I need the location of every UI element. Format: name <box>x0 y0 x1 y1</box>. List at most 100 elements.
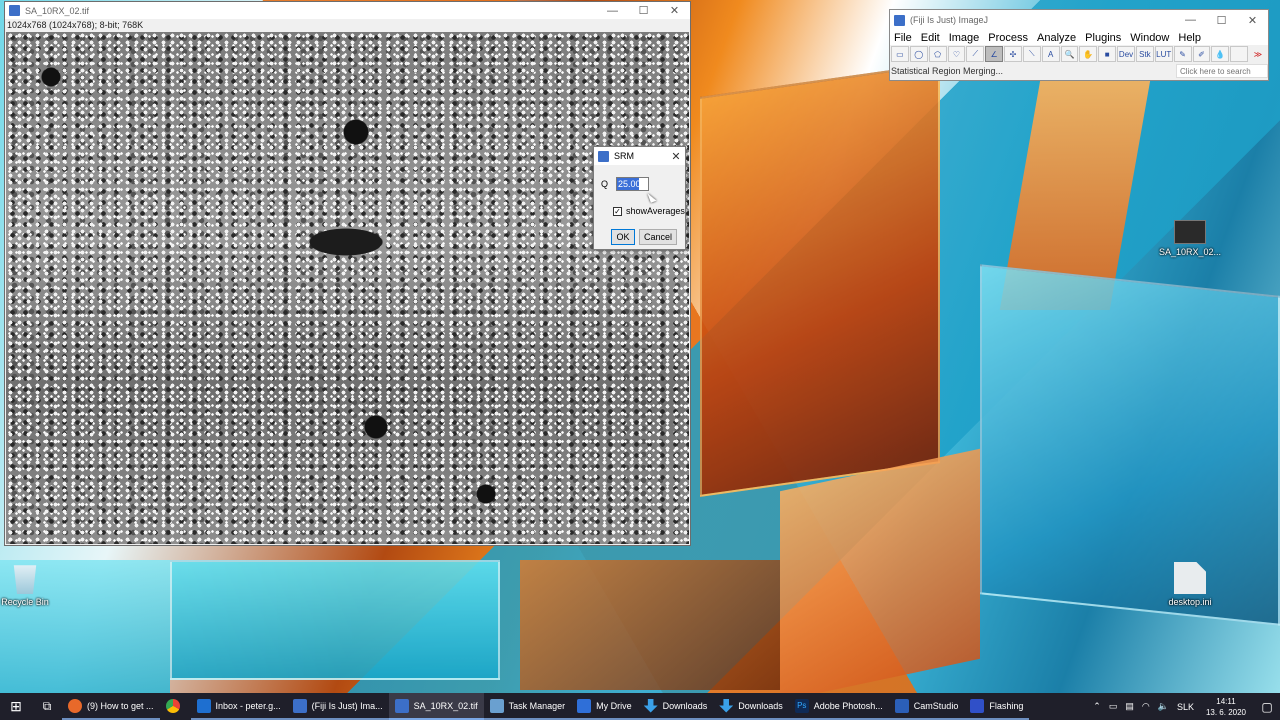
imagej-icon <box>292 698 307 713</box>
image-window[interactable]: SA_10RX_02.tif — ☐ ✕ 1024x768 (1024x768)… <box>4 1 691 546</box>
taskbar-item-label: (9) How to get ... <box>87 700 154 711</box>
search-input[interactable] <box>1176 64 1268 78</box>
taskbar-item-image-window[interactable]: SA_10RX_02.tif <box>388 693 484 720</box>
desktop-icon-label: desktop.ini <box>1168 597 1212 607</box>
start-button[interactable]: ⊞ <box>0 693 32 720</box>
oval-tool-icon[interactable]: ◯ <box>909 46 928 62</box>
chrome-icon <box>165 698 180 713</box>
taskbar-item-label: Inbox - peter.g... <box>215 700 281 711</box>
image-window-titlebar[interactable]: SA_10RX_02.tif — ☐ ✕ <box>5 2 690 19</box>
more-tools-icon[interactable]: ≫ <box>1249 46 1267 62</box>
developer-menu-icon[interactable]: Dev <box>1117 46 1135 62</box>
menu-help[interactable]: Help <box>1178 32 1201 44</box>
menu-edit[interactable]: Edit <box>921 32 940 44</box>
wallpaper-block <box>700 63 940 497</box>
firefox-icon <box>68 698 82 713</box>
taskbar-item-chrome[interactable] <box>160 693 191 720</box>
battery-icon[interactable]: ▭ <box>1109 701 1118 712</box>
outlook-icon <box>196 698 211 713</box>
desktop-icon-ini-file[interactable]: desktop.ini <box>1155 562 1225 607</box>
language-indicator[interactable]: SLK <box>1177 702 1194 712</box>
menu-analyze[interactable]: Analyze <box>1037 32 1076 44</box>
menu-image[interactable]: Image <box>949 32 980 44</box>
taskbar-item-downloads-1[interactable]: Downloads <box>637 693 714 720</box>
show-averages-option[interactable]: ✓ showAverages <box>613 206 685 216</box>
flood-fill-tool-icon[interactable]: 💧 <box>1211 46 1230 62</box>
wifi-icon[interactable]: ◠ <box>1142 701 1150 712</box>
desktop-icon-label: SA_10RX_02... <box>1158 247 1222 257</box>
taskbar-item-outlook[interactable]: Inbox - peter.g... <box>190 693 287 720</box>
empty-tool-slot[interactable] <box>1230 46 1249 62</box>
polygon-tool-icon[interactable]: ⬠ <box>928 46 947 62</box>
dialog-close-button[interactable]: ✕ <box>667 150 685 163</box>
cancel-button[interactable]: Cancel <box>639 229 677 245</box>
task-manager-icon <box>489 698 504 713</box>
menu-window[interactable]: Window <box>1130 32 1169 44</box>
task-view-icon[interactable]: ⧉ <box>32 699 62 714</box>
line-tool-icon[interactable]: ⟋ <box>966 46 985 62</box>
stack-menu-icon[interactable]: Stk <box>1135 46 1154 62</box>
taskbar-item-imagej[interactable]: (Fiji Is Just) Ima... <box>286 693 389 720</box>
maximize-button[interactable]: ☐ <box>628 2 659 19</box>
photoshop-icon: Ps <box>794 698 809 713</box>
srm-dialog[interactable]: SRM ✕ Q ✓ showAverages OK Cancel <box>593 146 686 250</box>
imagej-app-icon <box>598 150 609 162</box>
taskbar-item-firefox[interactable]: (9) How to get ... <box>62 693 160 720</box>
show-averages-checkbox[interactable]: ✓ <box>613 206 622 216</box>
taskbar-item-flashing[interactable]: Flashing <box>964 693 1030 720</box>
imagej-titlebar[interactable]: (Fiji Is Just) ImageJ — ☐ ✕ <box>890 10 1268 30</box>
desktop-icon-label: Recycle Bin <box>1 597 49 607</box>
image-file-icon <box>1174 220 1206 244</box>
chevron-up-icon[interactable]: ⌃ <box>1093 701 1101 712</box>
notification-icon[interactable]: ▢ <box>1254 700 1280 714</box>
point-tool-icon[interactable]: ✣ <box>1004 46 1022 62</box>
rectangle-tool-icon[interactable]: ▭ <box>891 46 909 62</box>
taskbar: ⊞ ⧉ (9) How to get ... Inbox - peter.g..… <box>0 693 1280 720</box>
menu-file[interactable]: File <box>894 32 912 44</box>
imagej-app-icon <box>894 14 905 26</box>
minimize-button[interactable]: — <box>597 2 628 19</box>
close-button[interactable]: ✕ <box>659 2 690 19</box>
volume-icon[interactable]: 🔈 <box>1158 701 1169 712</box>
maximize-button[interactable]: ☐ <box>1206 10 1237 30</box>
clock-date: 13. 6. 2020 <box>1205 707 1246 717</box>
image-info: 1024x768 (1024x768); 8-bit; 768K <box>5 19 690 31</box>
taskbar-item-label: Adobe Photosh... <box>813 700 883 711</box>
taskbar-item-task-manager[interactable]: Task Manager <box>483 693 572 720</box>
pencil-tool-icon[interactable]: ✎ <box>1173 46 1192 62</box>
taskbar-item-downloads-2[interactable]: Downloads <box>713 693 789 720</box>
taskbar-item-photoshop[interactable]: Ps Adobe Photosh... <box>788 693 889 720</box>
taskbar-item-label: (Fiji Is Just) Ima... <box>311 700 383 711</box>
magnifier-tool-icon[interactable]: 🔍 <box>1060 46 1079 62</box>
wand-tool-icon[interactable]: ⟍ <box>1022 46 1041 62</box>
q-input[interactable] <box>616 177 649 191</box>
taskbar-item-label: My Drive <box>596 700 632 711</box>
clock[interactable]: 14:11 13. 6. 2020 <box>1206 696 1246 718</box>
angle-tool-icon[interactable]: ∠ <box>985 46 1004 62</box>
status-bar: Statistical Region Merging... <box>891 66 1004 76</box>
brush-tool-icon[interactable]: ✐ <box>1192 46 1211 62</box>
hand-tool-icon[interactable]: ✋ <box>1079 46 1098 62</box>
imagej-icon <box>394 698 409 713</box>
network-icon[interactable]: ▤ <box>1125 701 1134 712</box>
ok-button[interactable]: OK <box>611 229 635 245</box>
imagej-main-window[interactable]: (Fiji Is Just) ImageJ — ☐ ✕ File Edit Im… <box>889 9 1269 81</box>
srm-dialog-titlebar[interactable]: SRM ✕ <box>594 147 685 165</box>
menu-process[interactable]: Process <box>988 32 1028 44</box>
wallpaper-block <box>780 448 980 702</box>
close-button[interactable]: ✕ <box>1237 10 1268 30</box>
lut-menu-icon[interactable]: LUT <box>1154 46 1173 62</box>
desktop-icon-tif-file[interactable]: SA_10RX_02... <box>1155 220 1225 257</box>
taskbar-item-label: Flashing <box>989 700 1024 711</box>
taskbar-item-label: SA_10RX_02.tif <box>413 700 478 711</box>
text-tool-icon[interactable]: A <box>1041 46 1060 62</box>
minimize-button[interactable]: — <box>1175 10 1206 30</box>
color-picker-tool-icon[interactable]: ■ <box>1098 46 1117 62</box>
taskbar-item-label: Task Manager <box>508 700 566 711</box>
freehand-tool-icon[interactable]: ♡ <box>947 46 966 62</box>
menu-plugins[interactable]: Plugins <box>1085 32 1121 44</box>
image-canvas[interactable] <box>6 32 689 544</box>
taskbar-item-camstudio[interactable]: CamStudio <box>888 693 965 720</box>
taskbar-item-my-drive[interactable]: My Drive <box>571 693 638 720</box>
desktop-icon-recycle-bin[interactable]: Recycle Bin <box>0 562 60 607</box>
